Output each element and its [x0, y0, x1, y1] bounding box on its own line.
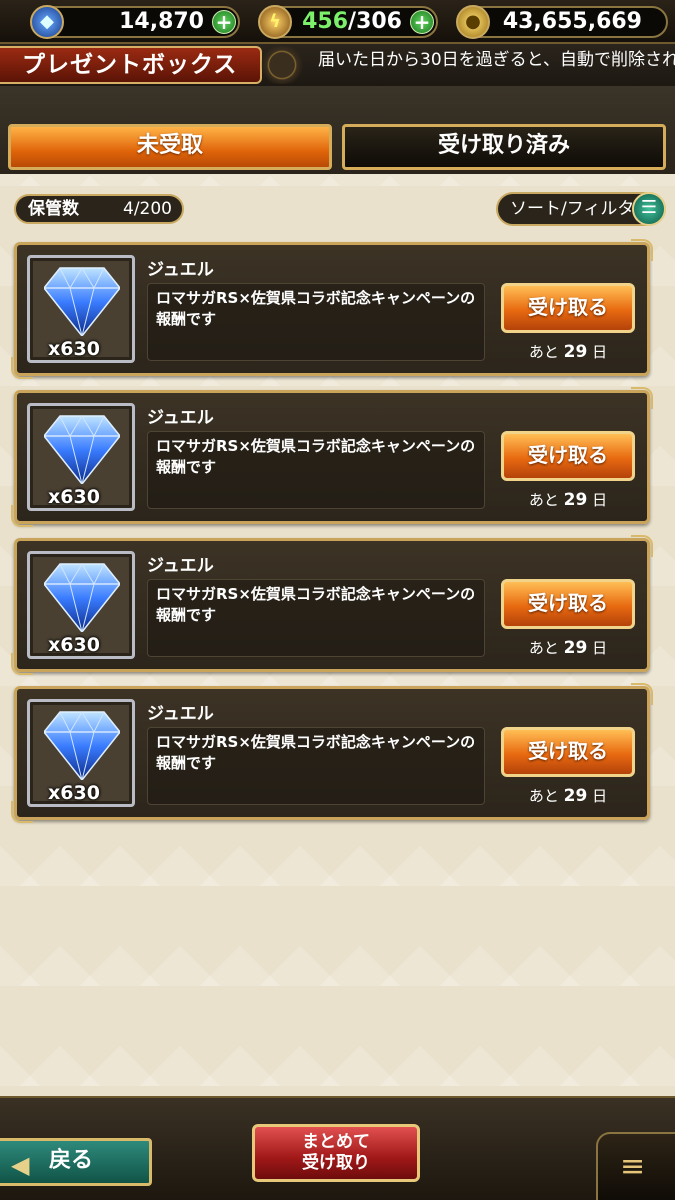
remaining-days: あと 29 日 [501, 341, 635, 362]
gift-card: x630 ジュエルロマサガRS×佐賀県コラボ記念キャンペーンの報酬です 受け取るあと… [11, 535, 653, 675]
stamina-counter: ϟ 456/306 + [258, 5, 438, 39]
storage-label: 保管数 [28, 199, 79, 219]
gift-name: ジュエル [147, 260, 214, 280]
gift-description: ロマサガRS×佐賀県コラボ記念キャンペーンの報酬です [147, 283, 485, 361]
gift-name: ジュエル [147, 704, 214, 724]
remaining-days: あと 29 日 [501, 785, 635, 806]
add-stamina-button[interactable]: + [410, 10, 434, 34]
remaining-days: あと 29 日 [501, 637, 635, 658]
corner-ornament [631, 535, 653, 557]
jewel-icon [44, 563, 120, 632]
hamburger-icon: ≡ [620, 1149, 646, 1184]
gift-description: ロマサガRS×佐賀県コラボ記念キャンペーンの報酬です [147, 431, 485, 509]
storage-count: 保管数 4/200 [14, 194, 184, 224]
receive-button[interactable]: 受け取る [501, 431, 635, 481]
lightning-icon: ϟ [258, 5, 292, 39]
jewel-icon: ◆ [30, 5, 64, 39]
remaining-unit: 日 [592, 639, 608, 657]
gift-description: ロマサガRS×佐賀県コラボ記念キャンペーンの報酬です [147, 579, 485, 657]
gift-quantity: x630 [48, 634, 100, 656]
jewel-icon [44, 267, 120, 336]
gift-card: x630 ジュエルロマサガRS×佐賀県コラボ記念キャンペーンの報酬です 受け取るあと… [11, 239, 653, 379]
remaining-prefix: あと [528, 639, 559, 657]
bottom-bar: ◀ 戻る まとめて 受け取り ≡ [0, 1096, 675, 1200]
corner-ornament [631, 239, 653, 261]
gift-quantity: x630 [48, 782, 100, 804]
remaining-unit: 日 [592, 787, 608, 805]
page-title: プレゼントボックス [0, 46, 262, 84]
receive-all-button[interactable]: まとめて 受け取り [252, 1124, 420, 1182]
gift-quantity: x630 [48, 338, 100, 360]
jewel-icon [44, 415, 120, 484]
stamina-separator: / [348, 9, 357, 34]
clock-ornament-icon [252, 46, 312, 84]
gift-thumbnail: x630 [27, 255, 135, 363]
back-arrow-icon: ◀ [11, 1151, 30, 1179]
corner-ornament [631, 683, 653, 705]
remaining-days: あと 29 日 [501, 489, 635, 510]
back-button[interactable]: ◀ 戻る [0, 1138, 152, 1186]
receive-button[interactable]: 受け取る [501, 579, 635, 629]
main-menu-button[interactable]: ≡ [596, 1132, 675, 1200]
gift-card: x630 ジュエルロマサガRS×佐賀県コラボ記念キャンペーンの報酬です 受け取るあと… [11, 387, 653, 527]
sort-filter-label: ソート/フィルタ [510, 199, 635, 219]
gold-value: 43,655,669 [502, 9, 642, 34]
gift-quantity: x630 [48, 486, 100, 508]
remaining-prefix: あと [528, 787, 559, 805]
receive-all-line2: 受け取り [302, 1153, 370, 1173]
receive-button[interactable]: 受け取る [501, 727, 635, 777]
remaining-days-value: 29 [563, 786, 588, 806]
coin-icon: ● [456, 5, 490, 39]
remaining-days-value: 29 [563, 638, 588, 658]
remaining-days-value: 29 [563, 490, 588, 510]
resource-bar: ◆ 14,870 + ϟ 456/306 + ● 43,655,669 [0, 0, 675, 44]
tab-received[interactable]: 受け取り済み [342, 124, 666, 170]
add-jewel-button[interactable]: + [212, 10, 236, 34]
stamina-max: 306 [356, 9, 402, 34]
back-label: 戻る [49, 1148, 94, 1173]
gift-card: x630 ジュエルロマサガRS×佐賀県コラボ記念キャンペーンの報酬です 受け取るあと… [11, 683, 653, 823]
remaining-unit: 日 [592, 491, 608, 509]
remaining-unit: 日 [592, 343, 608, 361]
gift-name: ジュエル [147, 556, 214, 576]
stamina-value: 456/306 [302, 8, 402, 36]
tab-strip: 未受取 受け取り済み [0, 86, 675, 174]
remaining-prefix: あと [528, 491, 559, 509]
receive-all-line1: まとめて [302, 1132, 370, 1152]
gift-thumbnail: x630 [27, 551, 135, 659]
list-icon: ☰ [632, 192, 666, 226]
storage-value: 4/200 [123, 199, 172, 219]
gift-thumbnail: x630 [27, 699, 135, 807]
gold-counter: ● 43,655,669 [456, 5, 668, 39]
expiry-notice: 届いた日から30日を過ぎると、自動で削除され [318, 50, 675, 70]
remaining-days-value: 29 [563, 342, 588, 362]
receive-button[interactable]: 受け取る [501, 283, 635, 333]
gift-description: ロマサガRS×佐賀県コラボ記念キャンペーンの報酬です [147, 727, 485, 805]
jewel-icon [44, 711, 120, 780]
gift-name: ジュエル [147, 408, 214, 428]
remaining-prefix: あと [528, 343, 559, 361]
tab-unreceived[interactable]: 未受取 [8, 124, 332, 170]
gift-thumbnail: x630 [27, 403, 135, 511]
jewel-value: 14,870 [119, 9, 204, 34]
corner-ornament [631, 387, 653, 409]
sort-filter-button[interactable]: ソート/フィルタ ☰ [496, 192, 666, 226]
stamina-current: 456 [302, 9, 349, 34]
present-box-panel: 未受取 受け取り済み 保管数 4/200 ソート/フィルタ ☰ x630 ジュエル… [0, 86, 675, 1096]
jewel-counter: ◆ 14,870 + [30, 5, 240, 39]
